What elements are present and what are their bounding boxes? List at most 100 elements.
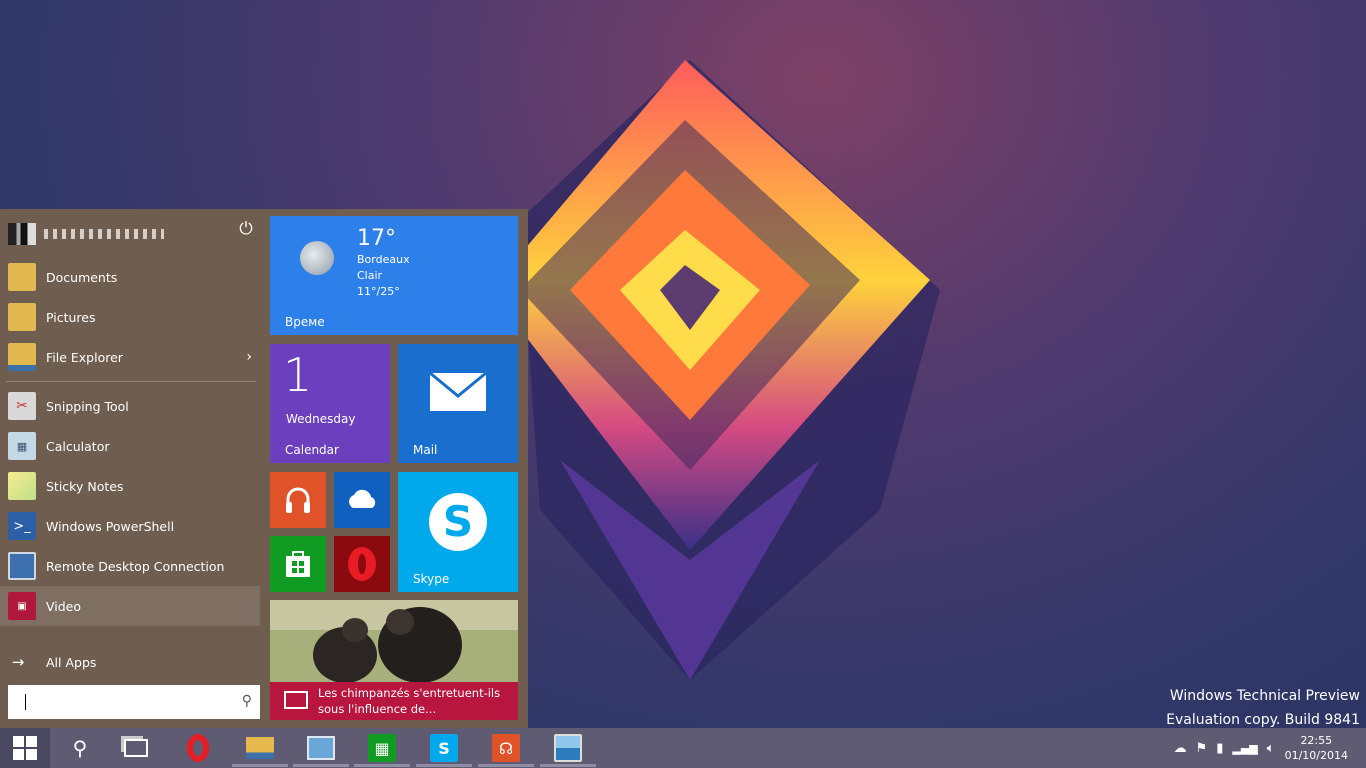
item-label: Documents <box>46 269 118 285</box>
taskbar-search-button[interactable]: ⚲ <box>54 728 106 768</box>
watermark-line-1: Windows Technical Preview <box>1169 688 1360 704</box>
all-apps-button[interactable]: → All Apps <box>0 647 97 677</box>
tile-label: Skype <box>413 572 450 586</box>
clock-time: 22:55 <box>1300 734 1333 747</box>
tile-news[interactable]: Les chimpanzés s'entretuent-ils sous l'i… <box>270 600 518 720</box>
divider <box>6 381 256 382</box>
opera-icon <box>348 547 376 581</box>
taskbar-opera[interactable] <box>170 728 225 768</box>
mail-icon <box>429 372 487 411</box>
sticky-notes-icon <box>8 472 36 500</box>
weather-range: 11°/25° <box>357 285 400 298</box>
music-icon: ☊ <box>492 734 520 762</box>
tile-onedrive[interactable] <box>334 472 390 528</box>
search-icon: ⚲ <box>72 736 88 760</box>
tile-mail[interactable]: Mail <box>398 344 518 463</box>
tile-label: Mail <box>413 443 438 457</box>
tile-opera[interactable] <box>334 536 390 592</box>
photos-icon <box>554 734 582 762</box>
action-center-flag-icon[interactable]: ⚑ <box>1196 741 1208 756</box>
onedrive-tray-icon[interactable]: ☁ <box>1174 741 1187 756</box>
taskbar-music[interactable]: ☊ <box>476 728 536 768</box>
folder-icon <box>8 263 36 291</box>
tile-skype[interactable]: S Skype <box>398 472 518 592</box>
tile-calendar[interactable]: 1 Wednesday Calendar <box>270 344 390 463</box>
news-photo-chimpanzees <box>270 600 518 682</box>
list-item-video[interactable]: ▣ Video <box>0 586 260 626</box>
running-indicator <box>540 764 596 767</box>
tile-label: Време <box>285 315 325 329</box>
clock[interactable]: 22:55 01/10/2014 <box>1285 733 1348 763</box>
list-item-sticky-notes[interactable]: Sticky Notes <box>0 466 262 506</box>
weather-condition: Clair <box>357 269 383 282</box>
build-watermark: Windows Technical Preview Evaluation cop… <box>1166 684 1360 732</box>
volume-icon[interactable]: 🔈︎ <box>1267 741 1275 756</box>
headphones-icon <box>286 487 310 513</box>
list-item-remote-desktop[interactable]: Remote Desktop Connection <box>0 546 262 586</box>
item-label: Remote Desktop Connection <box>46 558 225 574</box>
arrow-right-icon: → <box>11 653 25 671</box>
weather-city: Bordeaux <box>357 253 410 266</box>
taskbar-file-explorer[interactable] <box>230 728 290 768</box>
item-label: Sticky Notes <box>46 478 124 494</box>
list-item-pictures[interactable]: Pictures <box>0 297 262 337</box>
running-indicator <box>293 764 349 767</box>
video-icon: ▣ <box>8 592 36 620</box>
news-caption-bar: Les chimpanzés s'entretuent-ils sous l'i… <box>270 682 518 720</box>
list-item-calculator[interactable]: ▦ Calculator <box>0 426 262 466</box>
moon-icon <box>300 241 334 275</box>
power-icon[interactable]: ⏻ <box>236 219 256 239</box>
taskbar-store[interactable]: ▦ <box>352 728 412 768</box>
network-signal-icon[interactable]: ▂▄▆ <box>1232 742 1257 755</box>
calendar-weekday: Wednesday <box>286 412 356 426</box>
item-label: File Explorer <box>46 349 123 365</box>
tile-weather[interactable]: 17° Bordeaux Clair 11°/25° Време <box>270 216 518 335</box>
start-button[interactable] <box>0 728 50 768</box>
all-apps-label: All Apps <box>46 654 97 670</box>
item-label: Snipping Tool <box>46 398 129 414</box>
skype-icon: S <box>430 734 458 762</box>
user-account[interactable] <box>8 221 164 247</box>
taskbar-skype[interactable]: S <box>414 728 474 768</box>
taskbar: ⚲ ▦ S ☊ ☁ ⚑ ▮ ▂▄▆ 🔈︎ 22:55 01/10/2014 <box>0 728 1366 768</box>
weather-temp: 17° <box>357 226 396 251</box>
scissors-icon: ✂ <box>8 392 36 420</box>
tile-label: Calendar <box>285 443 339 457</box>
store-icon: ▦ <box>368 734 396 762</box>
remote-desktop-icon <box>8 552 36 580</box>
file-explorer-icon <box>246 737 274 759</box>
task-view-icon <box>124 739 148 757</box>
list-item-file-explorer[interactable]: File Explorer › <box>0 337 262 377</box>
calendar-day: 1 <box>283 348 313 402</box>
item-label: Pictures <box>46 309 96 325</box>
windows-logo-icon <box>13 736 37 760</box>
wallpaper-artwork <box>500 60 940 680</box>
skype-icon: S <box>429 493 487 551</box>
running-indicator <box>416 764 472 767</box>
folder-icon <box>8 303 36 331</box>
task-view-button[interactable] <box>110 728 162 768</box>
battery-icon[interactable]: ▮ <box>1216 741 1223 756</box>
search-icon[interactable]: ⚲ <box>242 693 252 709</box>
list-item-windows-powershell[interactable]: >_ Windows PowerShell <box>0 506 262 546</box>
chevron-right-icon[interactable]: › <box>246 349 252 365</box>
tile-music[interactable] <box>270 472 326 528</box>
list-item-documents[interactable]: Documents <box>0 257 262 297</box>
folder-icon <box>8 343 36 371</box>
list-item-snipping-tool[interactable]: ✂ Snipping Tool <box>0 386 262 426</box>
user-name-pixelated <box>44 229 164 239</box>
running-indicator <box>354 764 410 767</box>
search-input[interactable]: ⚲ <box>8 685 260 719</box>
system-tray: ☁ ⚑ ▮ ▂▄▆ 🔈︎ 22:55 01/10/2014 <box>1174 728 1366 768</box>
powershell-icon: >_ <box>8 512 36 540</box>
app-list: Documents Pictures File Explorer › ✂ Snipp… <box>0 257 262 626</box>
taskbar-photos[interactable] <box>538 728 598 768</box>
calculator-icon: ▦ <box>8 432 36 460</box>
avatar <box>8 223 36 245</box>
taskbar-control-panel[interactable] <box>291 728 351 768</box>
start-menu: ⏻ Documents Pictures File Explorer › ✂ Sni… <box>0 209 528 728</box>
news-icon <box>284 691 308 709</box>
tile-store[interactable] <box>270 536 326 592</box>
item-label: Calculator <box>46 438 110 454</box>
control-panel-icon <box>307 736 335 760</box>
